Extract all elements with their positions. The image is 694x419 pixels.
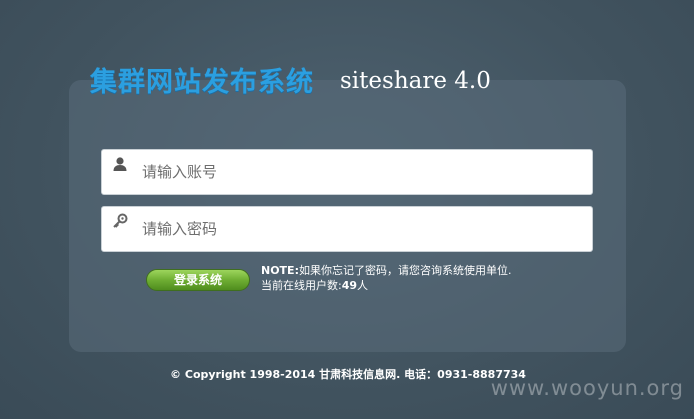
watermark: www.wooyun.org [490, 376, 684, 400]
note-text: 如果你忘记了密码，请您咨询系统使用单位. [298, 264, 512, 277]
password-input[interactable] [142, 207, 582, 251]
login-note: NOTE:如果你忘记了密码，请您咨询系统使用单位. 当前在线用户数:49人 [261, 263, 511, 293]
brand-title-cn: 集群网站发布系统 [90, 67, 314, 98]
username-field[interactable] [101, 149, 593, 195]
key-icon [112, 213, 128, 229]
online-users-line: 当前在线用户数:49人 [261, 278, 511, 293]
user-icon [112, 156, 128, 172]
brand-title-en: siteshare 4.0 [340, 68, 491, 94]
online-users-label: 当前在线用户数: [261, 279, 342, 292]
login-button[interactable]: 登录系统 [146, 269, 250, 291]
note-line: NOTE:如果你忘记了密码，请您咨询系统使用单位. [261, 263, 511, 278]
online-users-count: 49 [341, 279, 358, 292]
username-input[interactable] [142, 150, 582, 194]
password-field[interactable] [101, 206, 593, 252]
online-users-unit: 人 [357, 279, 369, 292]
note-label: NOTE: [261, 264, 299, 277]
